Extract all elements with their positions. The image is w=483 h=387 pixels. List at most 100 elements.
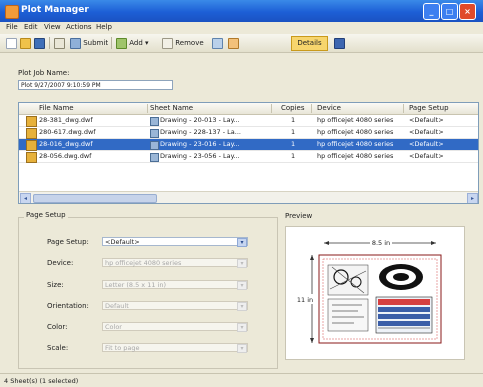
menu-edit[interactable]: Edit: [24, 23, 38, 31]
cell-device: hp officejet 4080 series: [317, 140, 394, 148]
new-button[interactable]: [6, 37, 17, 49]
table-header: File Name Sheet Name Copies Device Page …: [19, 103, 478, 115]
preview-panel: 8.5 in 11 in: [285, 226, 465, 360]
column-header-page-setup[interactable]: Page Setup: [409, 104, 449, 112]
color-label: Color:: [47, 323, 68, 331]
table-row[interactable]: 28-381_dwg.dwf Drawing - 20-013 - Lay...…: [19, 115, 478, 127]
cell-copies: 1: [291, 152, 296, 160]
column-divider[interactable]: [147, 104, 148, 113]
column-header-sheet-name[interactable]: Sheet Name: [150, 104, 193, 112]
menu-actions[interactable]: Actions: [66, 23, 92, 31]
move-down-icon: [228, 37, 239, 49]
move-up-icon: [212, 37, 223, 49]
scroll-right-arrow-icon[interactable]: ▸: [467, 193, 478, 203]
chevron-down-icon: ▾: [145, 39, 149, 47]
cell-page-setup: <Default>: [409, 128, 444, 136]
orientation-label: Orientation:: [47, 302, 89, 310]
help-book-icon: [334, 37, 345, 49]
minimize-button[interactable]: _: [423, 3, 440, 20]
help-button[interactable]: [334, 37, 345, 49]
plot-job-name-label: Plot Job Name:: [18, 69, 70, 77]
move-down-button[interactable]: [228, 37, 239, 49]
cell-copies: 1: [291, 116, 296, 124]
chevron-down-icon: ▾: [237, 281, 247, 290]
cell-page-setup: <Default>: [409, 152, 444, 160]
details-button[interactable]: Details: [291, 36, 328, 51]
move-up-button[interactable]: [212, 37, 223, 49]
chevron-down-icon: ▾: [237, 323, 247, 332]
plot-manager-window: Plot Manager _ □ × File Edit View Action…: [0, 0, 483, 387]
dwf-file-icon: [26, 128, 37, 139]
add-sheet-icon: [116, 37, 127, 49]
add-button[interactable]: Add ▾: [116, 37, 149, 49]
chevron-down-icon[interactable]: ▾: [237, 238, 247, 247]
status-text: 4 Sheet(s) (1 selected): [4, 377, 79, 385]
table-row-selected[interactable]: 28-016_dwg.dwf Drawing - 23-016 - Lay...…: [19, 139, 478, 151]
open-button[interactable]: [20, 37, 31, 49]
menu-view[interactable]: View: [44, 23, 61, 31]
toolbar-separator: [111, 37, 112, 49]
status-bar: 4 Sheet(s) (1 selected): [0, 373, 483, 387]
plot-job-name-input[interactable]: Plot 9/27/2007 9:10:59 PM: [18, 80, 173, 90]
cell-device: hp officejet 4080 series: [317, 116, 394, 124]
cell-file-name: 280-617.dwg.dwf: [39, 128, 96, 136]
save-button[interactable]: [34, 37, 45, 49]
chevron-down-icon: ▾: [237, 259, 247, 268]
arrow-down-icon: [310, 338, 314, 343]
sheet-list-table[interactable]: File Name Sheet Name Copies Device Page …: [18, 102, 479, 204]
scale-label: Scale:: [47, 344, 69, 352]
table-row[interactable]: 280-617.dwg.dwf Drawing - 228-137 - La..…: [19, 127, 478, 139]
page-setup-label: Page Setup:: [47, 238, 89, 246]
properties-button[interactable]: [54, 37, 65, 49]
submit-plot-icon: [70, 37, 81, 49]
arrow-left-icon: [324, 241, 329, 245]
remove-sheet-icon: [162, 37, 173, 49]
column-header-file-name[interactable]: File Name: [39, 104, 74, 112]
cell-file-name: 28-381_dwg.dwf: [39, 116, 93, 124]
table-row[interactable]: 28-056.dwg.dwf Drawing - 23-056 - Lay...…: [19, 151, 478, 163]
scale-value: Fit to page: [105, 344, 140, 352]
menu-bar: File Edit View Actions Help: [0, 22, 483, 34]
page-setup-select[interactable]: <Default> ▾: [102, 237, 248, 247]
size-label: Size:: [47, 281, 64, 289]
column-divider[interactable]: [311, 104, 312, 113]
preview-group-title: Preview: [285, 212, 313, 220]
orientation-select: Default ▾: [102, 301, 248, 311]
sheet-icon: [150, 129, 159, 138]
sheet-icon: [150, 117, 159, 126]
dwf-file-icon: [26, 116, 37, 127]
color-value: Color: [105, 323, 122, 331]
submit-button[interactable]: Submit: [70, 37, 108, 49]
dwf-file-icon: [26, 140, 37, 151]
cell-page-setup: <Default>: [409, 140, 444, 148]
menu-help[interactable]: Help: [96, 23, 112, 31]
sheet-icon: [150, 153, 159, 162]
column-divider[interactable]: [271, 104, 272, 113]
size-value: Letter (8.5 x 11 in): [105, 281, 166, 289]
title-bar[interactable]: Plot Manager _ □ ×: [0, 0, 483, 22]
page-setup-value: <Default>: [105, 238, 140, 246]
cell-copies: 1: [291, 128, 296, 136]
new-file-icon: [6, 37, 17, 49]
horizontal-scrollbar[interactable]: ◂ ▸: [19, 191, 478, 203]
column-divider[interactable]: [403, 104, 404, 113]
toolbar: Submit Add ▾ Remove Details: [0, 34, 483, 53]
window-title: Plot Manager: [21, 5, 89, 15]
device-label: Device:: [47, 259, 74, 267]
details-label: Details: [297, 39, 322, 47]
column-header-device[interactable]: Device: [317, 104, 341, 112]
cell-page-setup: <Default>: [409, 116, 444, 124]
menu-file[interactable]: File: [6, 23, 18, 31]
height-label: 11 in: [297, 296, 313, 304]
scroll-left-arrow-icon[interactable]: ◂: [20, 193, 31, 203]
close-button[interactable]: ×: [459, 3, 476, 20]
cell-copies: 1: [291, 140, 296, 148]
remove-button[interactable]: Remove: [162, 37, 204, 49]
scrollbar-thumb[interactable]: [33, 194, 157, 203]
column-header-copies[interactable]: Copies: [281, 104, 305, 112]
arrow-right-icon: [431, 241, 436, 245]
toolbar-separator: [49, 37, 50, 49]
cell-sheet-name: Drawing - 20-013 - Lay...: [160, 116, 240, 124]
cell-device: hp officejet 4080 series: [317, 152, 394, 160]
maximize-button[interactable]: □: [441, 3, 458, 20]
